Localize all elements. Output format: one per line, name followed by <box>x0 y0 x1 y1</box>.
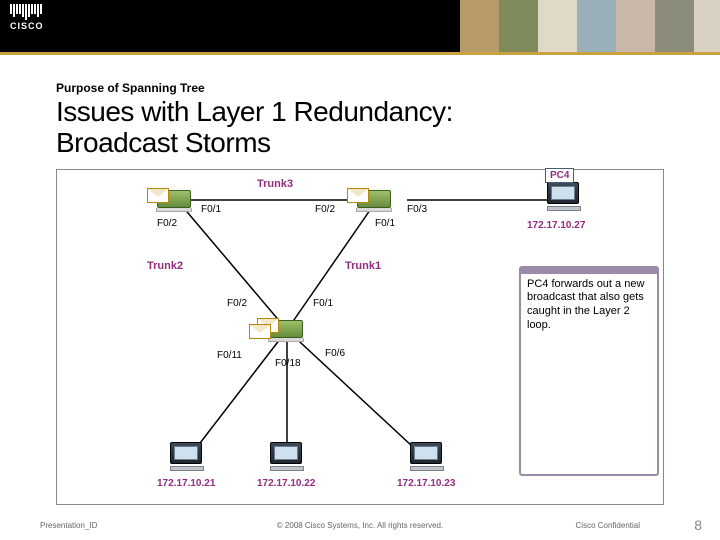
pc4-label: PC4 <box>545 168 574 183</box>
header-photo-strip <box>460 0 720 52</box>
slide-title-line2: Broadcast Storms <box>56 128 664 159</box>
port-f018: F0/18 <box>275 358 301 369</box>
port-f06: F0/6 <box>325 348 345 359</box>
envelope-icon <box>347 188 369 203</box>
envelope-icon <box>249 324 271 339</box>
pc3-ip: 172.17.10.23 <box>397 478 455 489</box>
footer-id: Presentation_ID <box>40 521 97 530</box>
port-f01: F0/1 <box>313 298 333 309</box>
logo-text: CISCO <box>10 22 44 32</box>
pc1 <box>170 442 204 471</box>
slide-title-line1: Issues with Layer 1 Redundancy: <box>56 97 664 128</box>
port-f01: F0/1 <box>201 204 221 215</box>
pc1-ip: 172.17.10.21 <box>157 478 215 489</box>
callout-note: PC4 forwards out a new broadcast that al… <box>519 266 659 476</box>
top-bar: CISCO <box>0 0 720 52</box>
port-f01: F0/1 <box>375 218 395 229</box>
port-f02: F0/2 <box>315 204 335 215</box>
port-f03: F0/3 <box>407 204 427 215</box>
port-f011: F0/11 <box>217 350 242 361</box>
cisco-logo: CISCO <box>0 0 54 36</box>
pc2 <box>270 442 304 471</box>
footer-confidential: Cisco Confidential <box>576 521 640 530</box>
trunk1-label: Trunk1 <box>345 260 381 272</box>
footer-copyright: © 2008 Cisco Systems, Inc. All rights re… <box>277 521 443 530</box>
eyebrow: Purpose of Spanning Tree <box>56 81 664 95</box>
port-f02: F0/2 <box>227 298 247 309</box>
slide-content: Purpose of Spanning Tree Issues with Lay… <box>0 55 720 159</box>
pc4-ip: 172.17.10.27 <box>527 220 585 231</box>
note-text: PC4 forwards out a new broadcast that al… <box>527 278 651 333</box>
port-f02: F0/2 <box>157 218 177 229</box>
pc4 <box>547 182 581 211</box>
envelope-icon <box>147 188 169 203</box>
footer-page-number: 8 <box>694 517 702 533</box>
pc3 <box>410 442 444 471</box>
slide-footer: Presentation_ID © 2008 Cisco Systems, In… <box>0 510 720 540</box>
network-diagram: PC4 172.17.10.27 172.17.10.21 172.17.10.… <box>56 169 664 505</box>
pc2-ip: 172.17.10.22 <box>257 478 315 489</box>
trunk2-label: Trunk2 <box>147 260 183 272</box>
logo-bars-icon <box>10 4 44 20</box>
trunk3-label: Trunk3 <box>257 178 293 190</box>
